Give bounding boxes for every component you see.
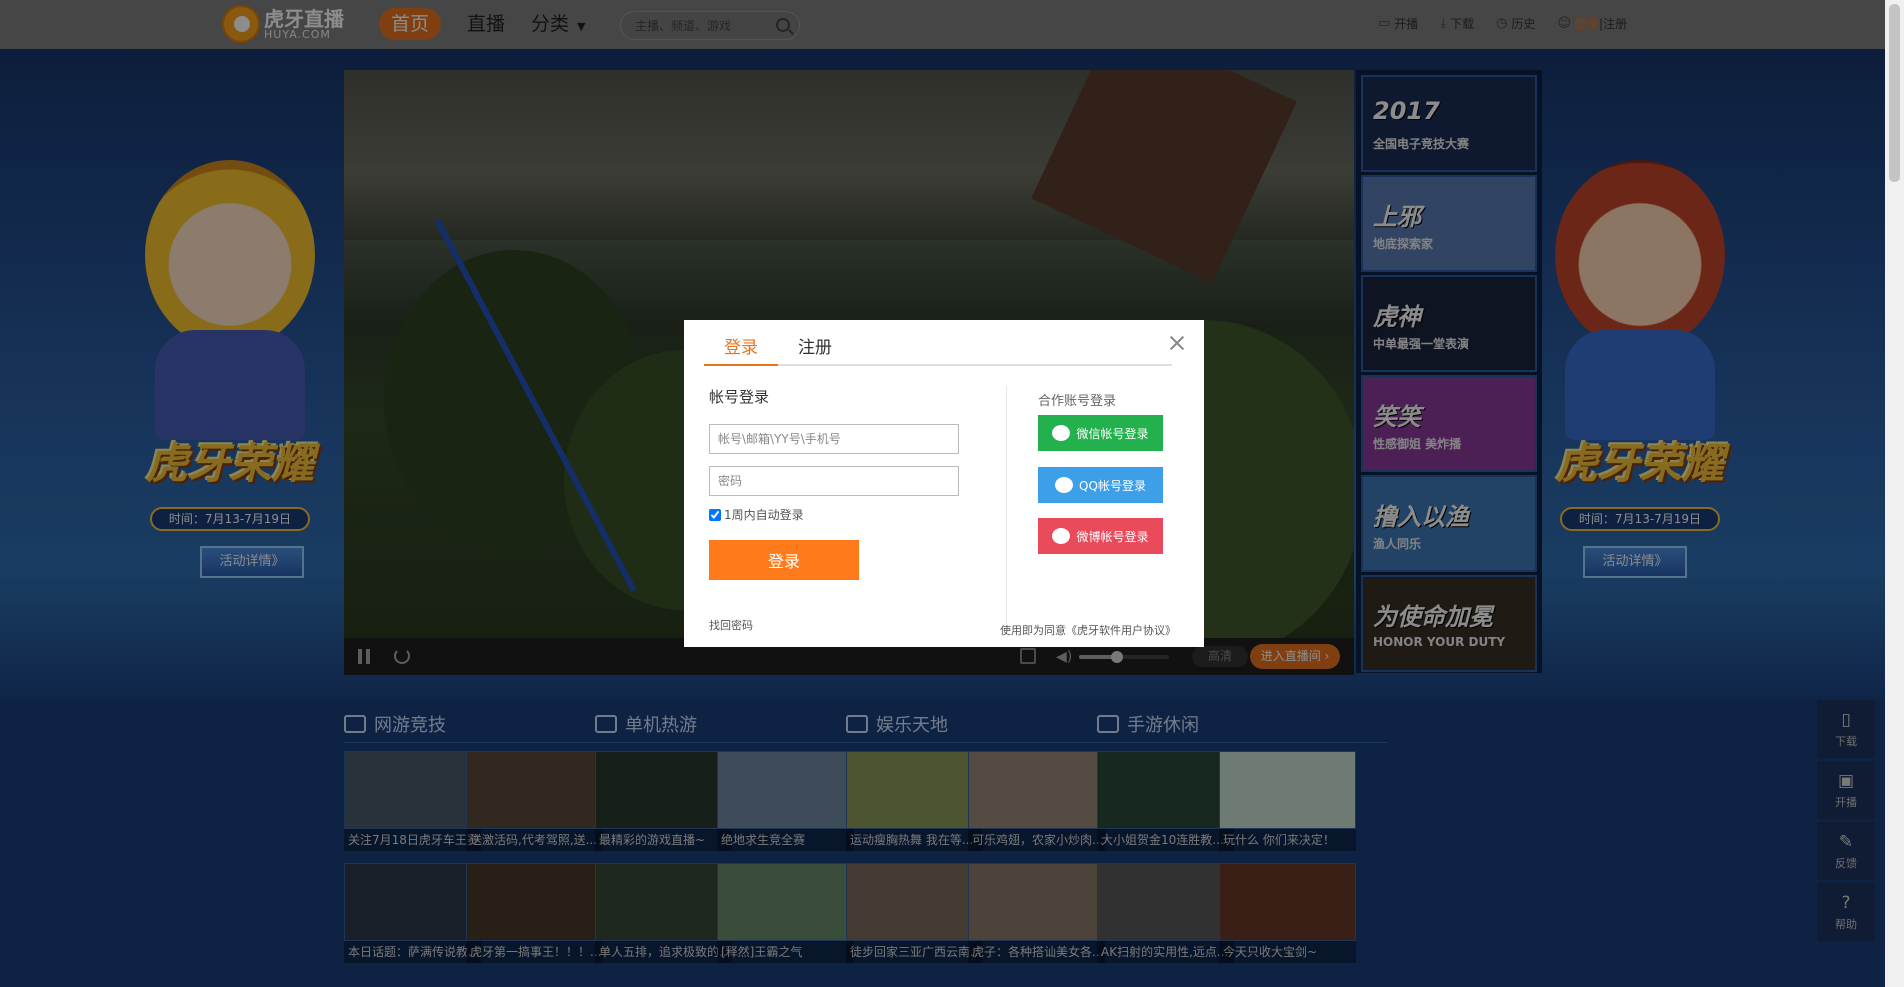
tab-register[interactable]: 注册 xyxy=(778,330,852,366)
remember-me[interactable]: 1周内自动登录 xyxy=(709,506,804,523)
qq-icon xyxy=(1055,477,1074,493)
close-icon[interactable] xyxy=(1168,334,1186,352)
password-input[interactable] xyxy=(709,466,959,496)
weibo-icon xyxy=(1052,528,1071,544)
tab-login[interactable]: 登录 xyxy=(704,330,778,366)
username-input[interactable] xyxy=(709,424,959,454)
partner-login-title: 合作账号登录 xyxy=(1038,394,1117,409)
login-button[interactable]: 登录 xyxy=(709,540,859,580)
login-modal: 登录 注册 帐号登录 1周内自动登录 登录 找回密码 合作账号登录 微信帐号登录… xyxy=(684,320,1204,647)
modal-tabs: 登录 注册 xyxy=(704,330,1172,366)
weibo-login-button[interactable]: 微博帐号登录 xyxy=(1038,518,1163,554)
scrollbar-thumb[interactable] xyxy=(1889,4,1900,182)
wechat-login-button[interactable]: 微信帐号登录 xyxy=(1038,415,1163,451)
forgot-password-link[interactable]: 找回密码 xyxy=(709,617,753,633)
remember-checkbox[interactable] xyxy=(709,508,721,521)
qq-login-button[interactable]: QQ帐号登录 xyxy=(1038,467,1163,503)
wechat-icon xyxy=(1052,425,1071,441)
user-agreement-link[interactable]: 使用即为同意《虎牙软件用户协议》 xyxy=(1000,622,1176,638)
account-login-title: 帐号登录 xyxy=(709,388,770,406)
